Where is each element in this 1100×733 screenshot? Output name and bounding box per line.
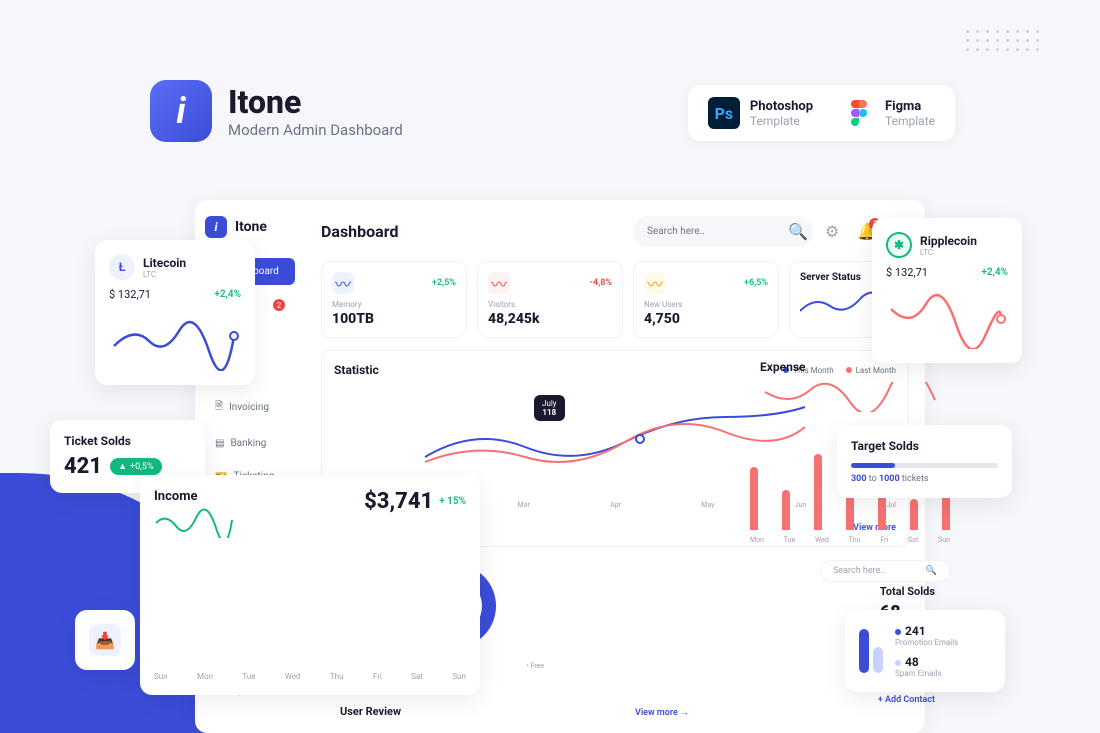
search-box-2[interactable]: Search here..🔍 bbox=[820, 560, 950, 582]
photoshop-card: Ps PhotoshopTemplate bbox=[708, 97, 813, 129]
pulse-icon: 〰 bbox=[488, 272, 510, 294]
income-card: Income $3,741+ 15% SunMonTueWedThuFriSat… bbox=[140, 475, 480, 695]
brand-subtitle: Modern Admin Dashboard bbox=[228, 121, 403, 139]
ripple-icon: ✱ bbox=[886, 232, 912, 258]
emails-card: 241Promotion Emails 48Spam Emails bbox=[845, 610, 1005, 692]
stat-visitors: 〰-4,8% Visitors 48,245k bbox=[477, 261, 623, 338]
email-chart bbox=[859, 629, 883, 673]
nav-invoicing[interactable]: 🗎Invoicing bbox=[205, 391, 295, 424]
settings-icon[interactable]: ⚙ bbox=[825, 222, 845, 242]
figma-label: Figma bbox=[885, 99, 935, 114]
ripple-card: ✱RipplecoinLTC $ 132,71+2,4% bbox=[872, 218, 1022, 363]
inbox-icon-card[interactable]: 📥 bbox=[75, 610, 135, 670]
tool-cards: Ps PhotoshopTemplate FigmaTemplate bbox=[688, 85, 955, 141]
sidebar-logo: iItone bbox=[205, 216, 295, 238]
stat-users: 〰+6,5% New Users 4,750 bbox=[633, 261, 779, 338]
search-icon: 🔍 bbox=[926, 566, 937, 576]
brand-name: Itone bbox=[228, 83, 403, 121]
search-icon: 🔍 bbox=[788, 222, 808, 241]
target-solds-card: Target Solds 300 to 1000 tickets bbox=[837, 425, 1012, 498]
photoshop-label: Photoshop bbox=[750, 99, 813, 114]
nav-banking[interactable]: ▤Banking bbox=[205, 430, 295, 457]
figma-card: FigmaTemplate bbox=[843, 97, 935, 129]
user-review-title: User Review bbox=[340, 705, 401, 718]
ticket-badge: ▲ +0,5% bbox=[110, 458, 162, 475]
search-box[interactable]: 🔍 bbox=[633, 216, 813, 247]
pulse-icon: 〰 bbox=[332, 272, 354, 294]
photoshop-icon: Ps bbox=[708, 97, 740, 129]
view-more-link[interactable]: View more → bbox=[635, 707, 689, 718]
add-contact-button[interactable]: + Add Contact bbox=[878, 695, 935, 705]
income-chart bbox=[154, 546, 466, 666]
stat-memory: 〰+2,5% Memory 100TB bbox=[321, 261, 467, 338]
search-input[interactable] bbox=[647, 226, 780, 237]
brand-header: i Itone Modern Admin Dashboard bbox=[150, 80, 403, 142]
litecoin-icon: Ł bbox=[109, 254, 135, 280]
expense-section: Expense bbox=[760, 360, 960, 412]
inbox-icon: 📥 bbox=[89, 624, 121, 656]
pulse-icon: 〰 bbox=[644, 272, 666, 294]
logo-icon: i bbox=[150, 80, 212, 142]
litecoin-card: ŁLitecoinLTC $ 132,71+2,4% bbox=[95, 240, 255, 385]
target-progress bbox=[851, 463, 998, 468]
page-title: Dashboard bbox=[321, 222, 398, 241]
figma-icon bbox=[843, 97, 875, 129]
